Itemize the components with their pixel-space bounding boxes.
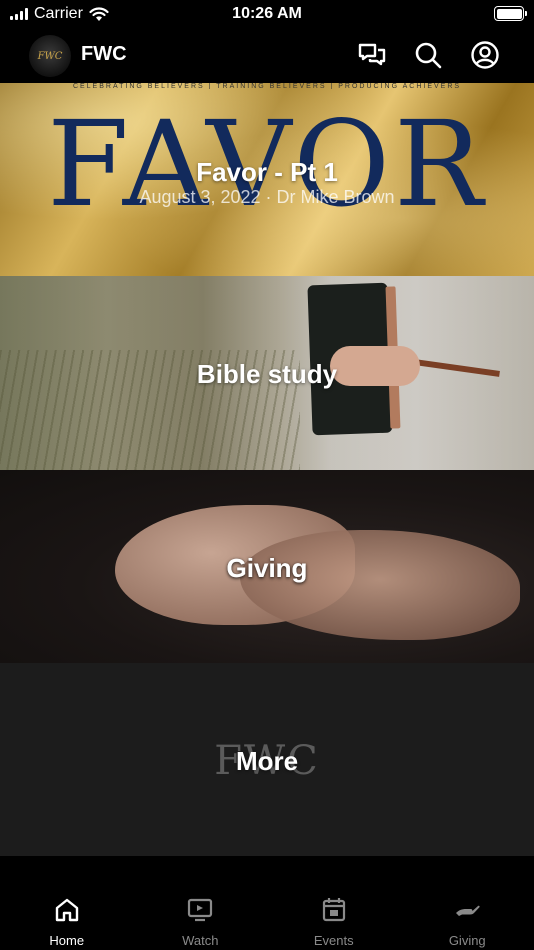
tab-bar: Home Watch Events Giving [0,856,534,950]
sermon-tile-favor[interactable]: CELEBRATING BELIEVERS | TRAINING BELIEVE… [0,83,534,276]
tab-watch[interactable]: Watch [134,856,268,950]
tab-label: Giving [448,933,486,948]
tab-label: Events [313,933,354,948]
giving-tile-title: Giving [226,553,308,583]
artwork-tagline: CELEBRATING BELIEVERS | TRAINING BELIEVE… [72,83,462,89]
tab-giving[interactable]: Giving [401,856,534,950]
chat-icon[interactable] [357,40,387,70]
profile-icon[interactable] [470,40,500,70]
tile-title: Favor - Pt 1 [196,157,338,187]
app-logo[interactable]: FWC [29,35,71,77]
status-bar: Carrier 10:26 AM [0,0,534,30]
app-title: FWC [81,43,127,65]
bible-study-tile[interactable]: Bible study [0,276,534,470]
tab-label: Watch [182,933,219,948]
tile-subtitle: August 3, 2022 · Dr Mike Brown [139,187,395,207]
tv-icon [188,898,213,922]
tab-events[interactable]: Events [267,856,401,950]
tile-title: Bible study [196,359,338,389]
tab-label: Home [49,933,85,948]
search-icon[interactable] [413,40,443,70]
nav-bar: FWC FWC [0,30,534,83]
calendar-icon [322,898,345,922]
giving-hand-icon [456,905,480,916]
battery-icon [494,6,527,21]
status-time: 10:26 AM [232,5,302,22]
home-icon [55,898,78,922]
tab-home[interactable]: Home [0,856,134,950]
more-tile-title: More [235,746,299,776]
